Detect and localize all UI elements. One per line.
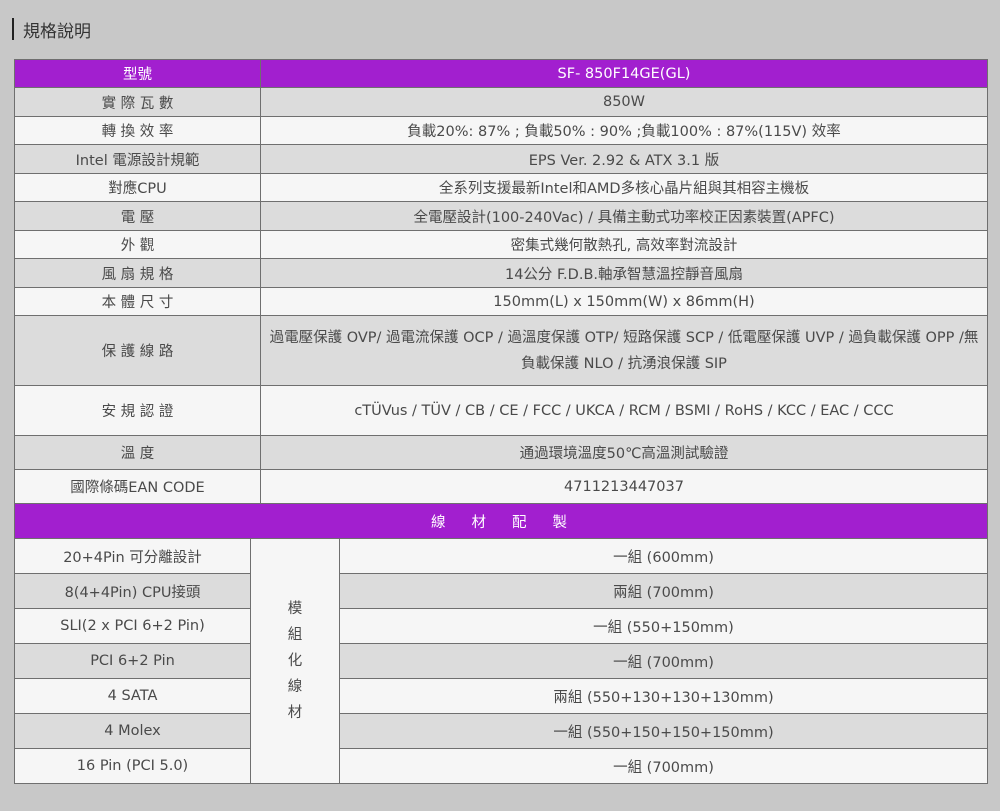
- spec-label: 保 護 線 路: [14, 315, 261, 386]
- cable-connector: 16 Pin (PCI 5.0): [14, 748, 251, 784]
- cable-connector: 20+4Pin 可分離設計: [14, 538, 251, 574]
- cable-connector: 8(4+4Pin) CPU接頭: [14, 573, 251, 609]
- spec-row: 保 護 線 路 過電壓保護 OVP/ 過電流保護 OCP / 過溫度保護 OTP…: [14, 315, 988, 386]
- spec-table: 型號 SF- 850F14GE(GL) 實 際 瓦 數 850W 轉 換 效 率…: [14, 59, 988, 504]
- spec-value: 通過環境溫度50℃高溫測試驗證: [260, 435, 988, 470]
- cable-spec: 兩組 (550+130+130+130mm): [338, 678, 989, 714]
- spec-value: SF- 850F14GE(GL): [260, 59, 988, 88]
- cable-spec: 一組 (550+150mm): [338, 608, 989, 644]
- spec-value: 14公分 F.D.B.軸承智慧溫控靜音風扇: [260, 258, 988, 288]
- spec-value: EPS Ver. 2.92 & ATX 3.1 版: [260, 144, 988, 174]
- modular-cell: 模組化線材: [250, 538, 340, 784]
- cable-title: 線材配製: [13, 503, 989, 539]
- spec-label: 實 際 瓦 數: [14, 87, 261, 117]
- cable-spec: 一組 (700mm): [338, 643, 989, 679]
- spec-value: 850W: [260, 87, 988, 117]
- cable-spec: 兩組 (700mm): [338, 573, 989, 609]
- cable-row: PCI 6+2 Pin 一組 (700mm): [14, 643, 989, 679]
- spec-row: 實 際 瓦 數 850W: [14, 87, 988, 117]
- spec-label: 型號: [14, 59, 261, 88]
- spec-row: 溫 度 通過環境溫度50℃高溫測試驗證: [14, 435, 988, 470]
- cable-connector: PCI 6+2 Pin: [14, 643, 251, 679]
- spec-label: 風 扇 規 格: [14, 258, 261, 288]
- spec-value: 過電壓保護 OVP/ 過電流保護 OCP / 過溫度保護 OTP/ 短路保護 S…: [260, 315, 988, 386]
- spec-value: cTÜVus / TÜV / CB / CE / FCC / UKCA / RC…: [260, 385, 988, 436]
- cable-row: 4 Molex 一組 (550+150+150+150mm): [14, 713, 989, 749]
- spec-row: 外 觀 密集式幾何散熱孔, 高效率對流設計: [14, 230, 988, 259]
- spec-value: 150mm(L) x 150mm(W) x 86mm(H): [260, 287, 988, 316]
- modular-label: 模組化線材: [287, 601, 303, 721]
- cable-connector: SLI(2 x PCI 6+2 Pin): [14, 608, 251, 644]
- cable-connector: 4 Molex: [14, 713, 251, 749]
- section-heading: 規格說明: [12, 16, 91, 42]
- spec-value: 4711213447037: [260, 469, 988, 504]
- cable-row: 16 Pin (PCI 5.0) 一組 (700mm): [14, 748, 989, 784]
- cable-spec: 一組 (700mm): [338, 748, 989, 784]
- spec-header-row: 型號 SF- 850F14GE(GL): [14, 59, 988, 88]
- cable-row: 4 SATA 兩組 (550+130+130+130mm): [14, 678, 989, 714]
- cable-table: 線材配製 20+4Pin 可分離設計 模組化線材 一組 (600mm) 8(4+…: [13, 503, 989, 784]
- spec-row: 對應CPU 全系列支援最新Intel和AMD多核心晶片組與其相容主機板: [14, 173, 988, 202]
- spec-value: 全系列支援最新Intel和AMD多核心晶片組與其相容主機板: [260, 173, 988, 202]
- spec-label: 對應CPU: [14, 173, 261, 202]
- spec-row: 安 規 認 證 cTÜVus / TÜV / CB / CE / FCC / U…: [14, 385, 988, 436]
- spec-label: 溫 度: [14, 435, 261, 470]
- spec-row: 國際條碼EAN CODE 4711213447037: [14, 469, 988, 504]
- spec-row: 電 壓 全電壓設計(100-240Vac) / 具備主動式功率校正因素裝置(AP…: [14, 201, 988, 231]
- spec-row: 本 體 尺 寸 150mm(L) x 150mm(W) x 86mm(H): [14, 287, 988, 316]
- spec-label: Intel 電源設計規範: [14, 144, 261, 174]
- spec-label: 國際條碼EAN CODE: [14, 469, 261, 504]
- spec-row: 轉 換 效 率 負載20%: 87% ; 負載50% : 90% ;負載100%…: [14, 116, 988, 145]
- cable-spec: 一組 (600mm): [338, 538, 989, 574]
- cable-row: 8(4+4Pin) CPU接頭 兩組 (700mm): [14, 573, 989, 609]
- spec-row: 風 扇 規 格 14公分 F.D.B.軸承智慧溫控靜音風扇: [14, 258, 988, 288]
- spec-label: 外 觀: [14, 230, 261, 259]
- spec-value: 負載20%: 87% ; 負載50% : 90% ;負載100% : 87%(1…: [260, 116, 988, 145]
- cable-header-row: 線材配製: [13, 503, 989, 539]
- spec-label: 轉 換 效 率: [14, 116, 261, 145]
- heading-text: 規格說明: [23, 21, 91, 42]
- spec-row: Intel 電源設計規範 EPS Ver. 2.92 & ATX 3.1 版: [14, 144, 988, 174]
- cable-row: 20+4Pin 可分離設計 模組化線材 一組 (600mm): [14, 538, 989, 784]
- cable-spec: 一組 (550+150+150+150mm): [338, 713, 989, 749]
- spec-label: 電 壓: [14, 201, 261, 231]
- spec-label: 本 體 尺 寸: [14, 287, 261, 316]
- cable-connector: 4 SATA: [14, 678, 251, 714]
- spec-value: 全電壓設計(100-240Vac) / 具備主動式功率校正因素裝置(APFC): [260, 201, 988, 231]
- spec-value: 密集式幾何散熱孔, 高效率對流設計: [260, 230, 988, 259]
- heading-bar: [12, 18, 14, 40]
- spec-label: 安 規 認 證: [14, 385, 261, 436]
- cable-row: SLI(2 x PCI 6+2 Pin) 一組 (550+150mm): [14, 608, 989, 644]
